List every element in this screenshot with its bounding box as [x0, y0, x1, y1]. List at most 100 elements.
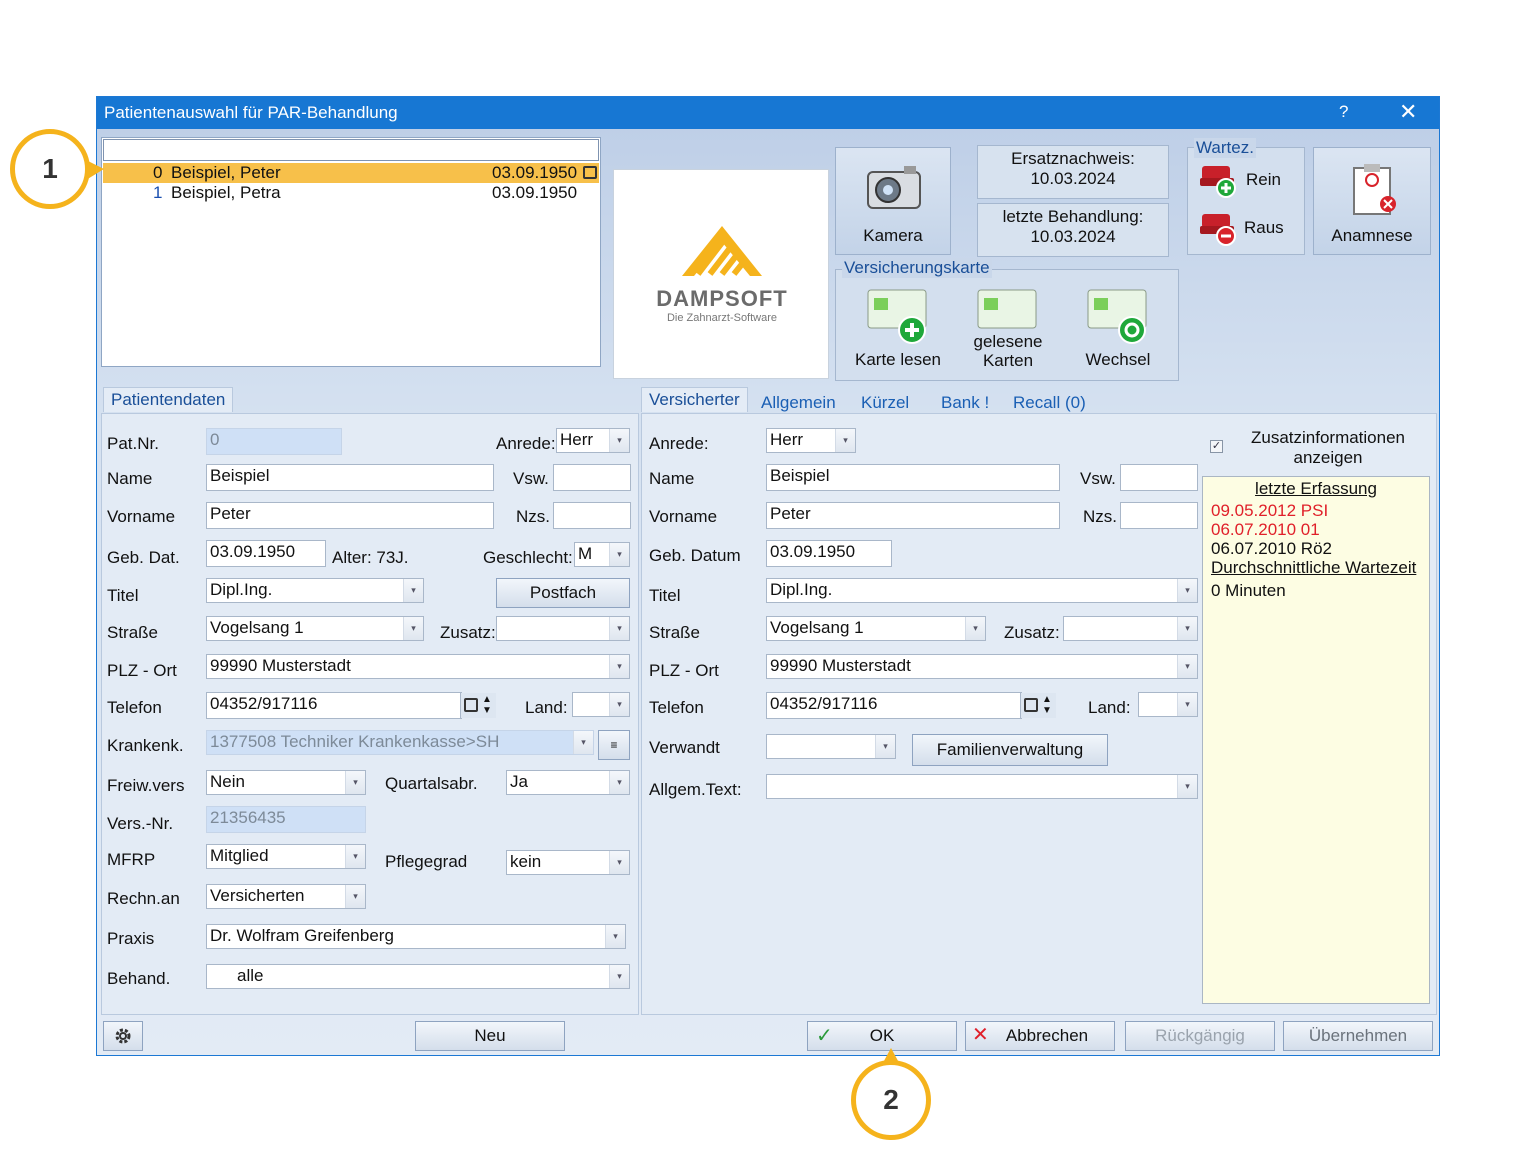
- land-select[interactable]: ▾: [572, 692, 630, 717]
- rein-button[interactable]: Rein: [1198, 162, 1298, 198]
- raus-button[interactable]: Raus: [1198, 210, 1298, 246]
- checkmark-icon: ✓: [1211, 440, 1222, 452]
- geschlecht-label: Geschlecht:: [483, 548, 573, 567]
- anrede-label: Anrede:: [496, 434, 556, 453]
- uebernehmen-button[interactable]: Übernehmen: [1283, 1021, 1433, 1051]
- quartal-select[interactable]: Ja ▾: [506, 770, 630, 795]
- vorname-field[interactable]: Peter: [206, 502, 494, 529]
- help-button[interactable]: ?: [1339, 102, 1348, 122]
- rueckgaengig-button[interactable]: Rückgängig: [1125, 1021, 1275, 1051]
- letzte-date: 10.03.2024: [1030, 227, 1116, 246]
- zusatz-select[interactable]: ▾: [496, 616, 630, 641]
- chevron-down-icon: ▾: [573, 731, 593, 754]
- titel-value: Dipl.Ing.: [210, 580, 273, 599]
- r-telefon-field[interactable]: 04352/917116: [766, 692, 1022, 719]
- close-button[interactable]: ✕: [1399, 99, 1417, 125]
- patient-num: 1: [153, 183, 163, 202]
- erfassung-entry: 06.07.2010 01: [1211, 520, 1320, 539]
- phone-dial-icon[interactable]: ▲ ▼: [460, 693, 496, 718]
- patient-row[interactable]: 1 Beispiel, Petra 03.09.1950: [103, 183, 599, 203]
- rechn-select[interactable]: Versicherten ▾: [206, 884, 366, 909]
- rechn-value: Versicherten: [210, 886, 305, 905]
- close-icon: ✕: [972, 1024, 989, 1046]
- tab-patientendaten[interactable]: Patientendaten: [103, 387, 234, 412]
- praxis-select[interactable]: Dr. Wolfram Greifenberg ▾: [206, 924, 626, 949]
- kk-list-icon[interactable]: ≡: [598, 730, 630, 760]
- name-field[interactable]: Beispiel: [206, 464, 494, 491]
- pflege-select[interactable]: kein ▾: [506, 850, 630, 875]
- phone-dial-icon[interactable]: ▲ ▼: [1020, 693, 1056, 718]
- gelesene-label-2: Karten: [982, 351, 1034, 370]
- behand-select[interactable]: alle ▾: [206, 964, 630, 989]
- versicherungskarte-group: Versicherungskarte Karte lesen gelesene …: [835, 258, 1179, 381]
- karte-lesen-button[interactable]: Karte lesen: [844, 286, 952, 378]
- abbrechen-button[interactable]: ✕ Abbrechen: [965, 1021, 1115, 1051]
- logo-tagline: Die Zahnarzt-Software: [666, 312, 778, 324]
- telefon-field[interactable]: 04352/917116: [206, 692, 462, 719]
- vsw-field[interactable]: [553, 464, 631, 491]
- r-nzs-field[interactable]: [1120, 502, 1198, 529]
- behand-value: alle: [237, 966, 264, 985]
- strasse-value: Vogelsang 1: [210, 618, 304, 637]
- geb-field[interactable]: 03.09.1950: [206, 540, 326, 567]
- versnr-field: 21356435: [206, 806, 366, 833]
- erfassung-heading: letzte Erfassung: [1255, 479, 1377, 498]
- kamera-button[interactable]: Kamera: [835, 147, 951, 255]
- settings-button[interactable]: [103, 1021, 143, 1051]
- quartal-label: Quartalsabr.: [385, 774, 478, 793]
- r-vorname-field[interactable]: Peter: [766, 502, 1060, 529]
- r-plz-select[interactable]: 99990 Musterstadt ▾: [766, 654, 1198, 679]
- r-verwandt-select[interactable]: ▾: [766, 734, 896, 759]
- gelesene-karten-button[interactable]: gelesene Karten: [954, 286, 1062, 378]
- gear-icon: [115, 1028, 131, 1044]
- wartezeit-heading: Durchschnittliche Wartezeit: [1211, 558, 1417, 577]
- r-name-field[interactable]: Beispiel: [766, 464, 1060, 491]
- freiw-value: Nein: [210, 772, 245, 791]
- anrede-select[interactable]: Herr ▾: [556, 428, 630, 453]
- zusatzinfo-panel: letzte Erfassung 09.05.2012 PSI 06.07.20…: [1202, 476, 1430, 1004]
- erfassung-entry: 06.07.2010 Rö2: [1211, 539, 1332, 558]
- wechsel-button[interactable]: Wechsel: [1064, 286, 1172, 378]
- tab-bank[interactable]: Bank !: [941, 393, 989, 413]
- kk-select: 1377508 Techniker Krankenkasse>SH ▾: [206, 730, 594, 755]
- zusatzinfo-checkbox[interactable]: ✓: [1210, 440, 1223, 453]
- tab-versicherter[interactable]: Versicherter: [641, 387, 748, 412]
- plz-select[interactable]: 99990 Musterstadt ▾: [206, 654, 630, 679]
- land-label: Land:: [525, 698, 568, 717]
- r-zusatz-select[interactable]: ▾: [1063, 616, 1198, 641]
- anamnese-button[interactable]: Anamnese: [1313, 147, 1431, 255]
- r-geb-field[interactable]: 03.09.1950: [766, 540, 892, 567]
- r-land-select[interactable]: ▾: [1138, 692, 1198, 717]
- chevron-down-icon: ▾: [835, 429, 855, 452]
- r-vsw-field[interactable]: [1120, 464, 1198, 491]
- search-input[interactable]: [103, 139, 599, 161]
- r-titel-select[interactable]: Dipl.Ing. ▾: [766, 578, 1198, 603]
- tab-allgemein[interactable]: Allgemein: [761, 393, 836, 413]
- r-strasse-select[interactable]: Vogelsang 1 ▾: [766, 616, 986, 641]
- tab-recall[interactable]: Recall (0): [1013, 393, 1086, 413]
- strasse-select[interactable]: Vogelsang 1 ▾: [206, 616, 424, 641]
- nzs-field[interactable]: [553, 502, 631, 529]
- chair-remove-icon: [1200, 214, 1236, 246]
- freiw-select[interactable]: Nein ▾: [206, 770, 366, 795]
- zusatzinfo-label: Zusatzinformationen anzeigen: [1238, 428, 1418, 468]
- geschlecht-select[interactable]: M ▾: [574, 542, 630, 567]
- mfrp-select[interactable]: Mitglied ▾: [206, 844, 366, 869]
- postfach-button[interactable]: Postfach: [496, 578, 630, 608]
- patient-row-selected[interactable]: 0 Beispiel, Peter 03.09.1950: [103, 163, 599, 183]
- raus-label: Raus: [1244, 218, 1284, 237]
- r-allgem-select[interactable]: ▾: [766, 774, 1198, 799]
- familienverwaltung-button[interactable]: Familienverwaltung: [912, 734, 1108, 766]
- tab-kuerzel[interactable]: Kürzel: [861, 393, 909, 413]
- camera-icon: [867, 166, 921, 209]
- clipboard-icon: [1353, 164, 1396, 215]
- wartezeit-value: 0 Minuten: [1211, 581, 1286, 600]
- rechn-label: Rechn.an: [107, 889, 180, 908]
- neu-button[interactable]: Neu: [415, 1021, 565, 1051]
- name-label: Name: [107, 469, 153, 488]
- wechsel-label: Wechsel: [1085, 350, 1151, 369]
- telefon-label: Telefon: [107, 698, 162, 717]
- r-anrede-select[interactable]: Herr ▾: [766, 428, 856, 453]
- r-strasse-label: Straße: [649, 623, 701, 642]
- titel-select[interactable]: Dipl.Ing. ▾: [206, 578, 424, 603]
